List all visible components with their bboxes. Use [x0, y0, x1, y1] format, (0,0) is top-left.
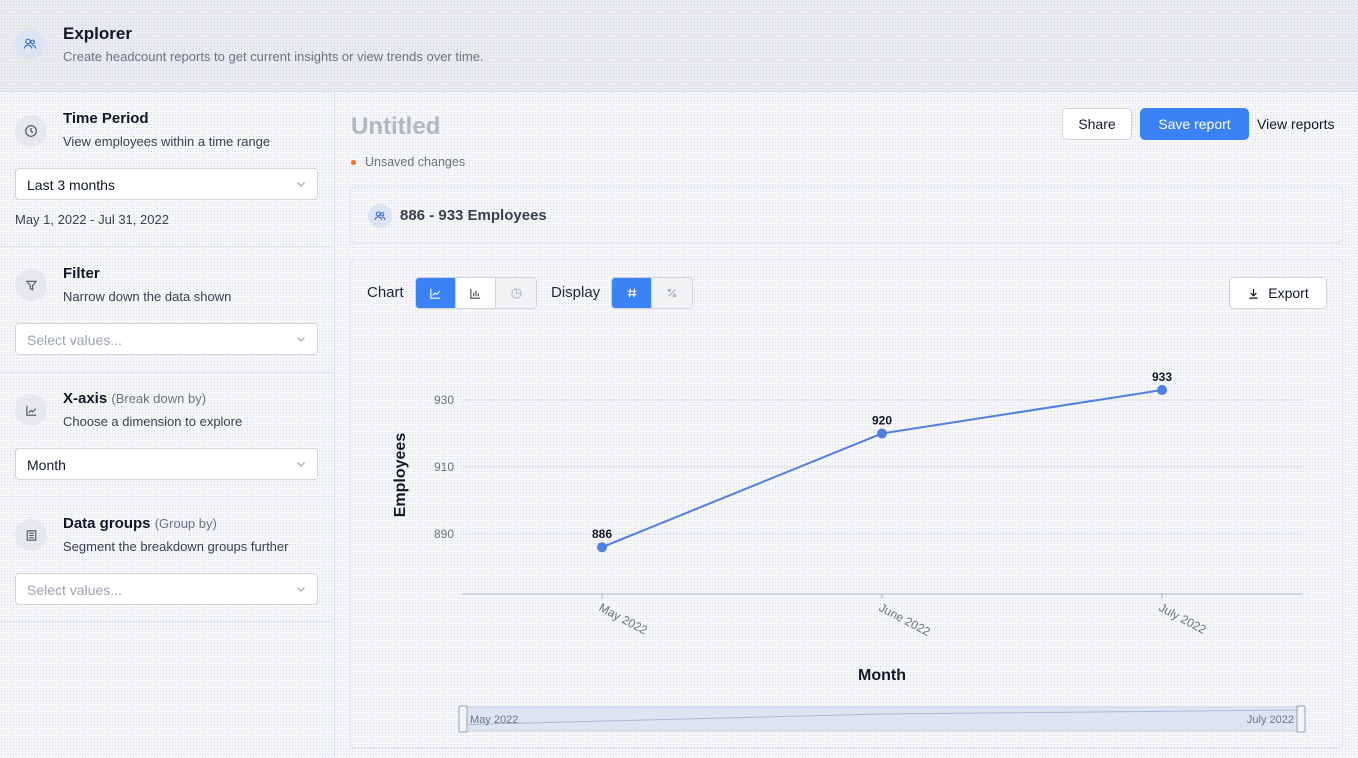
y-tick-label: 890 [434, 527, 454, 541]
range-start-label: May 2022 [470, 714, 518, 726]
range-handle[interactable] [1296, 705, 1306, 733]
x-tick-label: May 2022 [597, 600, 650, 637]
data-label: 933 [1152, 370, 1172, 384]
y-tick-label: 930 [434, 393, 454, 407]
range-slider [461, 706, 1303, 732]
data-label: 886 [592, 527, 612, 541]
x-axis-title: Month [858, 667, 906, 684]
x-tick-label: July 2022 [1157, 600, 1209, 637]
y-tick-label: 910 [434, 460, 454, 474]
y-axis-title: Employees [392, 433, 409, 518]
data-label: 920 [872, 414, 892, 428]
x-tick-label: June 2022 [877, 600, 933, 639]
data-point [877, 428, 887, 439]
line-chart: 890 910 930 May 2022 June 2022 July 2022 886 92… [392, 370, 1306, 733]
range-handle[interactable] [458, 705, 468, 733]
data-point [1157, 385, 1167, 396]
data-point [597, 542, 607, 553]
range-end-label: July 2022 [1247, 714, 1294, 726]
